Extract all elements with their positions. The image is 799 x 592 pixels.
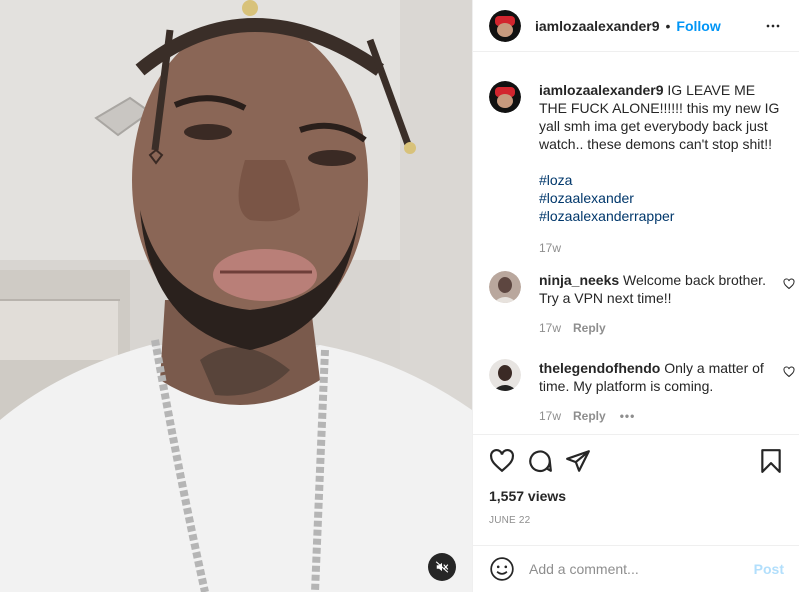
post-comment-button[interactable]: Post [754, 561, 784, 577]
post-date: JUNE 22 [489, 515, 531, 526]
like-comment-button[interactable] [783, 365, 795, 381]
action-bar [473, 435, 799, 487]
more-options-button[interactable] [763, 16, 783, 36]
comment-time[interactable]: 17w [539, 407, 561, 425]
add-comment-bar: Post [473, 545, 799, 592]
bookmark-icon [761, 449, 781, 473]
muted-speaker-icon [435, 561, 449, 573]
mute-button[interactable] [428, 553, 456, 581]
save-button[interactable] [758, 448, 784, 474]
comment-icon [529, 450, 552, 473]
post-side-panel: iamlozaalexander9 • Follow iamlozaalexan… [472, 0, 799, 592]
author-username[interactable]: iamlozaalexander9 [535, 18, 660, 34]
comment-item: ninja_neeks Welcome back brother. Try a … [473, 271, 799, 337]
hashtag-link[interactable]: #lozaalexanderrapper [539, 207, 784, 225]
comment-button[interactable] [527, 448, 553, 474]
avatar-image [489, 9, 521, 42]
share-icon [566, 450, 590, 472]
post-header: iamlozaalexander9 • Follow [473, 0, 799, 52]
comment-options-button[interactable]: ••• [620, 407, 636, 425]
heart-icon [783, 366, 795, 378]
like-button[interactable] [489, 448, 515, 474]
caption-username[interactable]: iamlozaalexander9 [539, 82, 664, 98]
author-avatar[interactable] [489, 9, 521, 42]
comment-time[interactable]: 17w [539, 319, 561, 337]
post-video[interactable] [0, 0, 472, 592]
emoji-icon [490, 557, 514, 581]
heart-icon [490, 448, 514, 473]
share-button[interactable] [565, 448, 591, 474]
reply-button[interactable]: Reply [573, 407, 606, 425]
comment-item: thelegendofhendo Only a matter of time. … [473, 359, 799, 425]
commenter-avatar[interactable] [489, 271, 521, 303]
comments-list[interactable]: iamlozaalexander9 IG LEAVE ME THE FUCK A… [473, 53, 799, 433]
emoji-button[interactable] [489, 556, 515, 582]
hashtag-link[interactable]: #lozaalexander [539, 189, 784, 207]
more-options-icon [766, 24, 780, 27]
comment-input[interactable] [529, 561, 749, 577]
comment-username[interactable]: ninja_neeks [539, 272, 619, 288]
reply-button[interactable]: Reply [573, 319, 606, 337]
comment-username[interactable]: thelegendofhendo [539, 360, 660, 376]
post-caption: iamlozaalexander9 IG LEAVE ME THE FUCK A… [473, 81, 799, 257]
post-actions: 1,557 views JUNE 22 [473, 434, 799, 526]
avatar-image [489, 271, 521, 303]
view-count[interactable]: 1,557 views [473, 487, 582, 505]
caption-avatar[interactable] [489, 81, 521, 113]
avatar-image [489, 359, 521, 391]
like-comment-button[interactable] [783, 277, 795, 293]
hashtag-link[interactable]: #loza [539, 171, 784, 189]
follow-button[interactable]: Follow [676, 18, 720, 34]
commenter-avatar[interactable] [489, 359, 521, 391]
separator-dot: • [665, 17, 671, 34]
heart-icon [783, 278, 795, 290]
avatar-image [489, 81, 521, 113]
video-frame-image [0, 0, 472, 592]
caption-time[interactable]: 17w [539, 239, 561, 257]
post-dialog: iamlozaalexander9 • Follow iamlozaalexan… [0, 0, 799, 592]
